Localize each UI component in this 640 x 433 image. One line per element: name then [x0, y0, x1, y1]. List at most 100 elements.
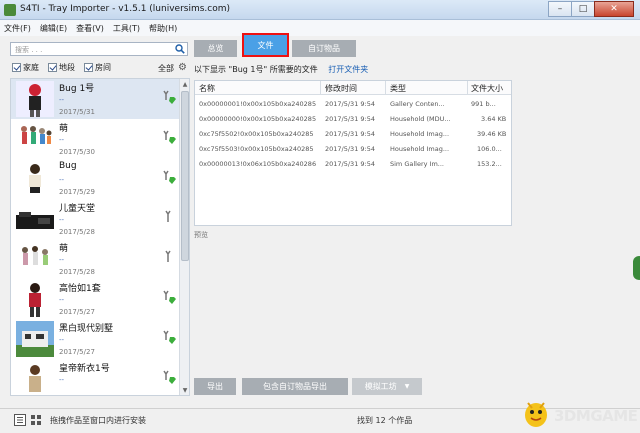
tab-overview[interactable]: 总览: [194, 40, 237, 57]
checkbox-household[interactable]: [12, 63, 21, 72]
item-name: 儿童天堂: [59, 204, 96, 214]
column-header-name[interactable]: 名称: [199, 83, 215, 94]
column-header-modified[interactable]: 修改时间: [325, 83, 357, 94]
cell-type: Household Imag...: [390, 145, 450, 153]
menu-edit[interactable]: 编辑(E): [40, 23, 67, 34]
item-name: 皇帝新衣1号: [59, 364, 110, 374]
search-icon[interactable]: [175, 44, 185, 54]
table-row[interactable]: 0xc75f5502!0x00x105b0xa240285 2017/5/31 …: [195, 127, 511, 142]
item-creator: --: [59, 256, 65, 264]
list-scrollbar[interactable]: ▲ ▼: [179, 79, 189, 395]
checkbox-lot[interactable]: [48, 63, 57, 72]
list-view-icon[interactable]: [14, 414, 26, 426]
list-item[interactable]: 萌 -- 2017/5/28: [11, 239, 179, 279]
list-item[interactable]: 皇帝新衣1号 --: [11, 359, 179, 395]
table-row[interactable]: 0x00000013!0x06x105b0xa240286 2017/5/31 …: [195, 157, 511, 172]
menu-tools[interactable]: 工具(T): [113, 23, 140, 34]
wrench-tag-icon: [163, 90, 176, 104]
table-row[interactable]: 0x00000000!0x00x105b0xa240285 2017/5/31 …: [195, 112, 511, 127]
list-item[interactable]: 儿童天堂 -- 2017/5/28: [11, 199, 179, 239]
mod-workshop-button[interactable]: 模拟工坊 ▼: [352, 378, 422, 395]
gear-icon[interactable]: ⚙: [178, 62, 187, 73]
column-header-type[interactable]: 类型: [390, 83, 406, 94]
open-folder-link[interactable]: 打开文件夹: [328, 65, 368, 74]
item-name: Bug: [59, 161, 77, 171]
cell-modified: 2017/5/31 9:54: [325, 145, 375, 153]
scroll-up-icon[interactable]: ▲: [180, 79, 189, 89]
item-date: 2017/5/29: [59, 188, 95, 196]
tray-item-list[interactable]: Bug 1号 -- 2017/5/31 萌 -- 2017/5/30 Bug -…: [10, 78, 190, 396]
table-header: 名称 修改时间 类型 文件大小: [195, 81, 511, 95]
cell-type: Household (MDU...: [390, 115, 451, 123]
maximize-icon[interactable]: □: [571, 1, 595, 17]
column-header-size[interactable]: 文件大小: [471, 83, 503, 94]
cell-size: 106.0...: [477, 145, 502, 153]
filter-household[interactable]: 家庭: [12, 62, 39, 73]
files-info-text: 以下显示 "Bug 1号" 所需要的文件: [194, 65, 318, 74]
wrench-tag-icon: [163, 130, 176, 144]
wrench-tag-icon: [163, 290, 176, 304]
item-date: 2017/5/28: [59, 228, 95, 236]
list-item[interactable]: Bug -- 2017/5/29: [11, 159, 179, 199]
sidebar: 搜索 . . . 家庭 地段 房间 全部 ⚙ Bug 1号 -- 2017/5/…: [10, 40, 190, 396]
search-input[interactable]: 搜索 . . .: [10, 42, 188, 56]
cell-size: 3.64 KB: [481, 115, 507, 123]
chevron-down-icon[interactable]: ▼: [405, 383, 410, 390]
item-creator: --: [59, 96, 65, 104]
table-row[interactable]: 0xc75f5503!0x00x105b0xa240285 2017/5/31 …: [195, 142, 511, 157]
cell-size: 153.2...: [477, 160, 502, 168]
cell-name: 0x00000013!0x06x105b0xa240286: [199, 160, 317, 168]
export-button[interactable]: 导出: [194, 378, 236, 395]
title-bar: S4TI - Tray Importer - v1.5.1 (luniversi…: [0, 0, 640, 20]
watermark-text: 3DMGAME: [554, 407, 638, 425]
item-creator: --: [59, 216, 65, 224]
item-thumbnail: [16, 201, 54, 237]
window-title: S4TI - Tray Importer - v1.5.1 (luniversi…: [20, 4, 231, 14]
item-thumbnail: [16, 161, 54, 197]
cell-size: 39.46 KB: [477, 130, 507, 138]
checkbox-room[interactable]: [84, 63, 93, 72]
menu-file[interactable]: 文件(F): [4, 23, 31, 34]
mod-workshop-label: 模拟工坊: [364, 382, 397, 391]
cell-type: Household Imag...: [390, 130, 450, 138]
list-item[interactable]: 高怡如1套 -- 2017/5/27: [11, 279, 179, 319]
list-item[interactable]: 萌 -- 2017/5/30: [11, 119, 179, 159]
item-creator: --: [59, 136, 65, 144]
minimize-icon[interactable]: –: [548, 1, 572, 17]
item-thumbnail: [16, 321, 54, 357]
scrollbar-thumb[interactable]: [181, 91, 189, 261]
found-count: 找到 12 个作品: [357, 416, 413, 425]
item-name: 高怡如1套: [59, 284, 101, 294]
item-creator: --: [59, 376, 65, 384]
filter-lot[interactable]: 地段: [48, 62, 75, 73]
close-icon[interactable]: ✕: [594, 1, 634, 17]
list-item[interactable]: 黑白现代别墅 -- 2017/5/27: [11, 319, 179, 359]
table-row[interactable]: 0x00000001!0x00x105b0xa240285 2017/5/31 …: [195, 97, 511, 112]
mascot-logo-icon: [525, 402, 547, 427]
item-thumbnail: [16, 121, 54, 157]
cell-modified: 2017/5/31 9:54: [325, 100, 375, 108]
export-with-cc-button[interactable]: 包含自订物品导出: [242, 378, 348, 395]
item-date: 2017/5/27: [59, 308, 95, 316]
filter-all-dropdown[interactable]: 全部: [158, 63, 174, 74]
cell-modified: 2017/5/31 9:54: [325, 130, 375, 138]
install-hint: 拖拽作品至窗口内进行安装: [50, 416, 146, 425]
menu-view[interactable]: 查看(V): [76, 23, 104, 34]
item-date: 2017/5/31: [59, 108, 95, 116]
column-divider[interactable]: [467, 81, 468, 95]
window-controls: – □ ✕: [548, 1, 634, 17]
tab-custom-content[interactable]: 自订物品: [292, 40, 356, 57]
column-divider[interactable]: [385, 81, 386, 95]
cell-modified: 2017/5/31 9:54: [325, 115, 375, 123]
wrench-tag-icon: [163, 330, 176, 344]
grid-view-icon[interactable]: [30, 414, 42, 426]
tab-files[interactable]: 文件: [242, 33, 289, 57]
scroll-down-icon[interactable]: ▼: [180, 385, 189, 395]
column-divider[interactable]: [320, 81, 321, 95]
item-name: 萌: [59, 244, 69, 254]
list-item[interactable]: Bug 1号 -- 2017/5/31: [11, 79, 179, 119]
item-thumbnail: [16, 241, 54, 277]
filter-household-label: 家庭: [23, 63, 39, 72]
menu-help[interactable]: 帮助(H): [149, 23, 177, 34]
filter-room[interactable]: 房间: [84, 62, 111, 73]
